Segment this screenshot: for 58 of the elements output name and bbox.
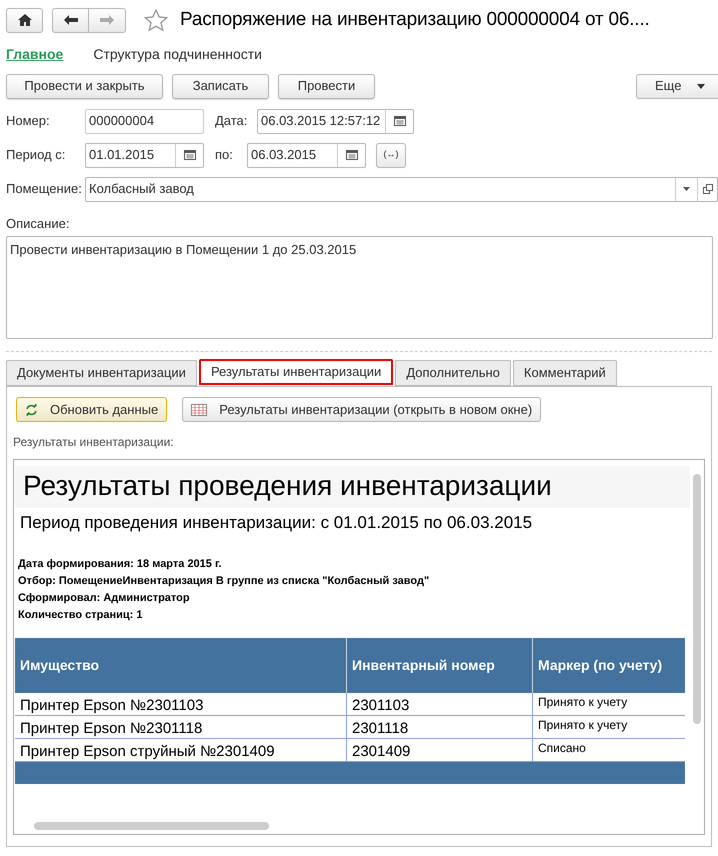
report-info-line: Отбор: ПомещениеИнвентаризация В группе из списка "Колбасный завод" [18,574,430,588]
tab[interactable]: Документы инвентаризации [6,360,197,386]
report-info-line: Количество страниц: 1 [18,608,144,622]
column-header: Инвентарный номер [346,638,532,692]
star-icon[interactable] [144,8,168,32]
tab[interactable]: Комментарий [512,360,617,386]
command-button[interactable]: Обновить данные [16,397,168,422]
more-button[interactable]: Еще [636,74,718,98]
calendar-icon[interactable] [184,150,196,160]
dropdown-icon [697,84,706,88]
period-button[interactable]: (↔) [376,142,406,168]
left-arrow-icon [64,15,78,25]
open-icon [702,184,712,194]
table-cell-text: Принтер Epson №2301118 [19,718,204,738]
field-label: Дата: [215,112,248,130]
report-info-line: Сформировал: Администратор [18,590,191,604]
table-cell-text: Принтер Epson струйный №2301409 [19,742,276,760]
table-cell-text: Принтер Epson №2301103 [19,696,204,714]
toolbar-button[interactable]: Провести и закрыть [6,74,163,98]
back-button[interactable] [52,8,89,32]
field-label: Номер: [6,112,51,130]
field-label: Период с: [6,146,66,164]
table-cell: 2301118 [346,716,532,738]
field-label: Помещение: [6,180,83,198]
dropdown-icon [683,187,690,191]
date-field[interactable]: 06.03.2015 12:57:12 [257,108,414,134]
window-title: Распоряжение на инвентаризацию 000000004 от 06.... [180,8,650,32]
home-icon [18,14,32,26]
calendar-icon[interactable] [394,116,406,126]
command-button[interactable]: Результаты инвентаризации (открыть в новом окне) [182,397,542,422]
premises-field[interactable]: Колбасный завод [85,176,718,202]
table-cell: 2301409 [346,738,532,760]
report-label: Результаты инвентаризации: [13,434,175,451]
report-info-line: Дата формирования: 18 марта 2015 г. [18,556,223,570]
report-title: Результаты проведения инвентаризации [15,466,690,508]
table-cell: 2301103 [346,692,532,714]
date-field[interactable]: 06.03.2015 [247,142,366,168]
table-icon [191,404,208,416]
toolbar-button[interactable]: Записать [172,74,269,98]
field-label: Описание: [6,215,70,232]
section-link[interactable]: Структура подчиненности [93,44,262,64]
home-button[interactable] [6,8,43,32]
report-subtitle: Период проведения инвентаризации: с 01.01.2015 по 06.03.2015 [19,512,534,534]
date-field[interactable]: 01.01.2015 [85,142,204,168]
calendar-icon[interactable] [346,150,358,160]
right-arrow-icon [100,15,114,25]
table-cell: Принято к учету [532,692,685,714]
toolbar-button[interactable]: Провести [278,74,375,98]
description-field[interactable]: Провести инвентаризацию в Помещении 1 до 25.03.2015 [6,236,713,339]
column-header: Маркер (по учету) [532,638,685,692]
column-header: Имущество [19,656,100,675]
table-cell: Принято к учету [532,716,685,738]
tab[interactable]: Дополнительно [395,360,511,386]
table-cell: Списано [532,738,685,760]
number-field[interactable]: 000000004 [85,108,204,134]
tab[interactable]: Результаты инвентаризации [198,359,394,385]
refresh-icon [25,404,38,416]
field-label: по: [215,146,234,164]
